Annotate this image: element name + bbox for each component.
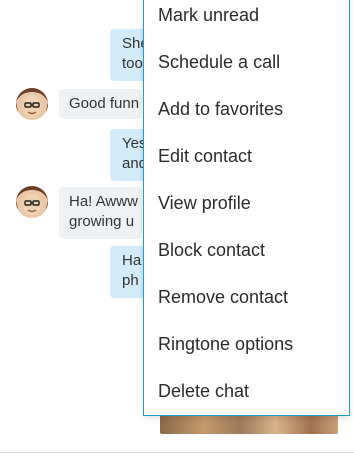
- menu-item-block-contact[interactable]: Block contact: [158, 230, 349, 270]
- message-line: Ha! Awww: [69, 193, 138, 210]
- menu-item-add-favorites[interactable]: Add to favorites: [158, 89, 349, 129]
- menu-item-mark-unread[interactable]: Mark unread: [158, 0, 349, 35]
- menu-item-schedule-call[interactable]: Schedule a call: [158, 42, 349, 82]
- contact-avatar[interactable]: [16, 88, 48, 120]
- menu-item-remove-contact[interactable]: Remove contact: [158, 277, 349, 317]
- message-line: growing u: [69, 213, 135, 230]
- divider: [0, 452, 354, 453]
- menu-item-delete-chat[interactable]: Delete chat: [158, 371, 349, 411]
- message-line: Good funn: [69, 95, 140, 112]
- menu-item-view-profile[interactable]: View profile: [158, 183, 349, 223]
- context-menu: Mark unread Schedule a call Add to favor…: [143, 0, 350, 416]
- menu-item-ringtone-options[interactable]: Ringtone options: [158, 324, 349, 364]
- contact-avatar[interactable]: [16, 186, 48, 218]
- incoming-message[interactable]: Ha! Awww growing u: [59, 187, 142, 239]
- menu-item-edit-contact[interactable]: Edit contact: [158, 136, 349, 176]
- incoming-message[interactable]: Good funn: [59, 89, 142, 119]
